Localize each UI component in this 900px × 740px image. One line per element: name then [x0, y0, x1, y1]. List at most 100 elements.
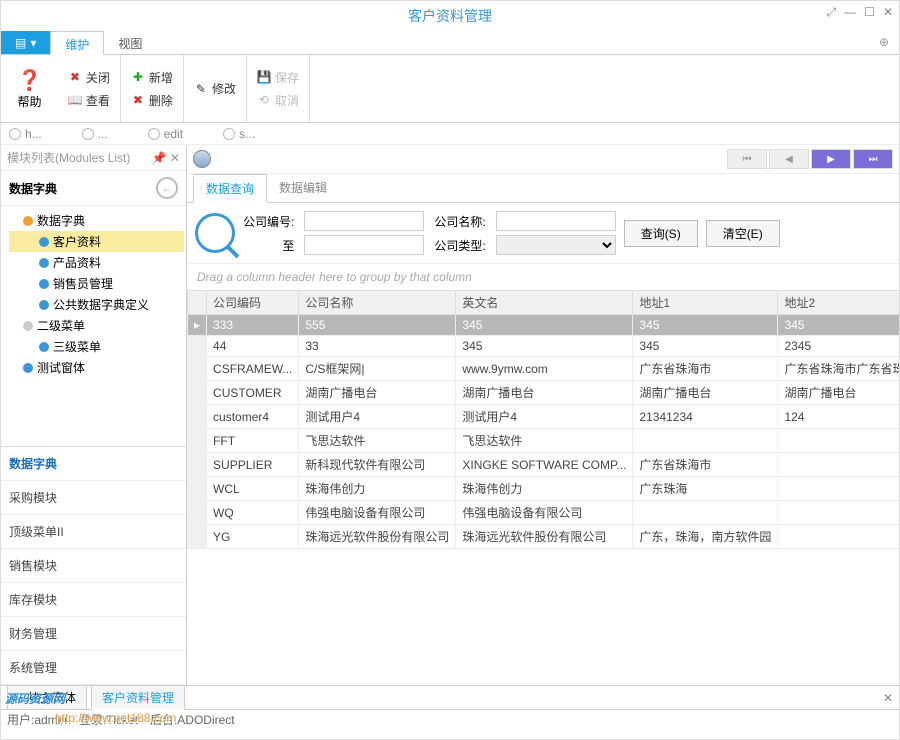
cell: 珠海远光软件股份有限公司 — [456, 525, 633, 549]
tree-item[interactable]: 三级菜单 — [9, 336, 184, 357]
compact-icon[interactable]: ⤢ — [827, 5, 837, 20]
ribbon-group-edit1: ✚新增 ✖删除 — [121, 55, 184, 122]
cell: WCL — [207, 477, 299, 501]
row-indicator — [188, 405, 207, 429]
tree-item[interactable]: 数据字典 — [9, 210, 184, 231]
tree-item[interactable]: 产品资料 — [9, 252, 184, 273]
mini-toolbar: h... ... edit s... — [1, 123, 899, 145]
col-header[interactable]: 公司名称 — [299, 291, 456, 315]
data-grid[interactable]: 公司编码公司名称英文名地址1地址2地址3▸3335553453453453454… — [187, 290, 899, 685]
cell: CUSTOMER — [207, 381, 299, 405]
mini-item[interactable]: h... — [9, 127, 42, 141]
bottom-tab[interactable]: ...块主窗体 — [7, 685, 87, 710]
ribbon-expand-icon[interactable]: ⊕ — [869, 31, 899, 54]
add-button[interactable]: ✚新增 — [127, 67, 177, 88]
table-row[interactable]: FFT飞思达软件飞思达软件 — [188, 429, 900, 453]
cell: 44 — [207, 336, 299, 357]
search-button[interactable]: 查询(S) — [624, 220, 698, 247]
input-to[interactable] — [304, 235, 424, 255]
close-icon[interactable]: ✕ — [883, 5, 893, 20]
row-indicator — [188, 525, 207, 549]
cell: 飞思达软件 — [456, 429, 633, 453]
clear-button[interactable]: 清空(E) — [706, 220, 780, 247]
cell — [633, 501, 778, 525]
accordion-item[interactable]: 销售模块 — [1, 549, 186, 583]
subtab-query[interactable]: 数据查询 — [193, 174, 267, 203]
view-button[interactable]: 📖查看 — [64, 90, 114, 111]
table-row[interactable]: customer4测试用户4测试用户4213412341241234 — [188, 405, 900, 429]
tree-item[interactable]: 测试窗体 — [9, 357, 184, 378]
titlebar: 客户资料管理 ⤢ — ☐ ✕ — [1, 1, 899, 31]
tree-label: 公共数据字典定义 — [53, 296, 149, 313]
globe-icon[interactable] — [193, 150, 211, 168]
close-button[interactable]: ✖关闭 — [64, 67, 114, 88]
tree-item[interactable]: 客户资料 — [9, 231, 184, 252]
mini-item[interactable]: ... — [82, 127, 108, 141]
table-row[interactable]: WCL珠海伟创力珠海伟创力广东珠海 — [188, 477, 900, 501]
col-header[interactable]: 地址2 — [778, 291, 899, 315]
table-row[interactable]: YG珠海远光软件股份有限公司珠海远光软件股份有限公司广东，珠海，南方软件园 — [188, 525, 900, 549]
pager-next[interactable]: ▶ — [811, 149, 851, 169]
accordion-item[interactable]: 顶级菜单II — [1, 515, 186, 549]
ribbon-tab-maintain[interactable]: 维护 — [50, 31, 104, 55]
cell: 21341234 — [633, 405, 778, 429]
bullet-icon — [23, 321, 33, 331]
pager-last[interactable]: ⏭ — [853, 149, 893, 169]
select-company-type[interactable] — [496, 235, 616, 255]
accordion-item[interactable]: 财务管理 — [1, 617, 186, 651]
cell: CSFRAMEW... — [207, 357, 299, 381]
cell — [778, 453, 899, 477]
cell: 333 — [207, 315, 299, 336]
table-row[interactable]: ▸333555345345345345 — [188, 315, 900, 336]
ribbon-file-tab[interactable]: ▤▾ — [1, 31, 50, 54]
ribbon-tab-view[interactable]: 视图 — [104, 31, 156, 54]
table-row[interactable]: 443334534523452345 — [188, 336, 900, 357]
status-login: 登录:Ticket — [79, 711, 138, 728]
col-header[interactable]: 英文名 — [456, 291, 633, 315]
table-row[interactable]: CUSTOMER湖南广播电台湖南广播电台湖南广播电台湖南广播电台湖南广播电 — [188, 381, 900, 405]
col-header[interactable]: 公司编码 — [207, 291, 299, 315]
search-bar: 公司编号: 公司名称: 至 公司类型: 查询(S) 清空(E) — [187, 203, 899, 264]
accordion-item[interactable]: 采购模块 — [1, 481, 186, 515]
col-header[interactable]: 地址1 — [633, 291, 778, 315]
pager-first[interactable]: ⏮ — [727, 149, 767, 169]
help-icon[interactable]: ❓ — [17, 68, 42, 93]
pager-prev[interactable]: ◀ — [769, 149, 809, 169]
bullet-icon — [23, 363, 33, 373]
bottom-close-icon[interactable]: ✕ — [883, 691, 893, 705]
delete-button[interactable]: ✖删除 — [127, 90, 177, 111]
mini-item[interactable]: s... — [223, 127, 255, 141]
tree-item[interactable]: 销售员管理 — [9, 273, 184, 294]
cell: 345 — [778, 315, 899, 336]
mini-item[interactable]: edit — [148, 127, 183, 141]
row-indicator — [188, 453, 207, 477]
maximize-icon[interactable]: ☐ — [864, 5, 875, 20]
table-row[interactable]: WQ伟强电脑设备有限公司伟强电脑设备有限公司 — [188, 501, 900, 525]
sidebar: 模块列表(Modules List) 📌 ✕ 数据字典 ← 数据字典客户资料产品… — [1, 145, 187, 685]
cell: XINGKE SOFTWARE COMP... — [456, 453, 633, 477]
tree-item[interactable]: 公共数据字典定义 — [9, 294, 184, 315]
pin-icon[interactable]: 📌 ✕ — [152, 151, 180, 165]
tree-label: 客户资料 — [53, 233, 101, 250]
cell: www.9ymw.com — [456, 357, 633, 381]
input-company-name[interactable] — [496, 211, 616, 231]
subtab-edit[interactable]: 数据编辑 — [267, 174, 339, 202]
sidebar-title: 模块列表(Modules List) 📌 ✕ — [1, 145, 186, 171]
bullet-icon — [39, 258, 49, 268]
bottom-tab-active[interactable]: 客户资料管理 — [91, 685, 185, 710]
back-icon[interactable]: ← — [156, 177, 178, 199]
table-row[interactable]: SUPPLIER新科现代软件有限公司XINGKE SOFTWARE COMP..… — [188, 453, 900, 477]
cell: 广东珠海 — [633, 477, 778, 501]
tree-item[interactable]: 二级菜单 — [9, 315, 184, 336]
edit-button[interactable]: ✎修改 — [190, 78, 240, 99]
accordion-item[interactable]: 库存模块 — [1, 583, 186, 617]
table-row[interactable]: CSFRAMEW...C/S框架网|www.9ymw.com广东省珠海市广东省珠… — [188, 357, 900, 381]
nav-tree: 数据字典客户资料产品资料销售员管理公共数据字典定义二级菜单三级菜单测试窗体 — [1, 206, 186, 382]
accordion-item[interactable]: 系统管理 — [1, 651, 186, 685]
minimize-icon[interactable]: — — [844, 5, 856, 20]
content-toolbar: ⏮ ◀ ▶ ⏭ — [187, 145, 899, 174]
accordion-item[interactable]: 数据字典 — [1, 447, 186, 481]
input-company-no[interactable] — [304, 211, 424, 231]
cell: 珠海远光软件股份有限公司 — [299, 525, 456, 549]
search-icon — [195, 213, 235, 253]
